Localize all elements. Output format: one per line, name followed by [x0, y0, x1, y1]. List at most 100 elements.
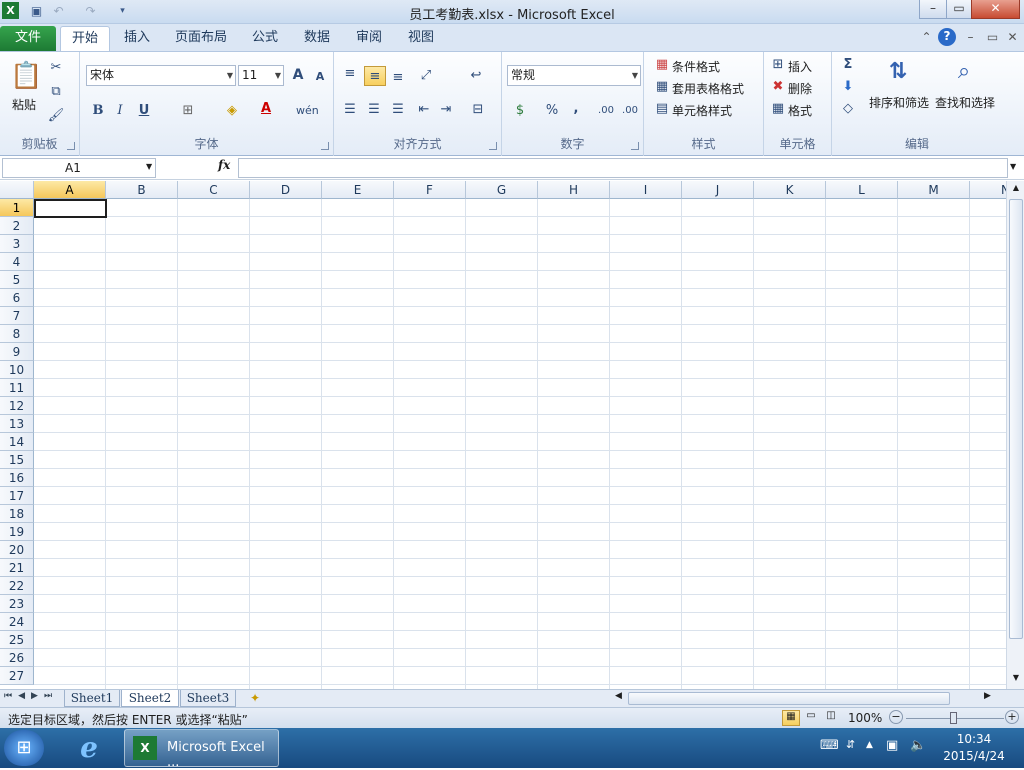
row-header-10[interactable]: 10	[0, 361, 34, 379]
align-middle-icon[interactable]: ≡	[364, 66, 386, 86]
number-launcher-icon[interactable]	[631, 142, 639, 150]
format-as-table-button[interactable]: 套用表格格式	[672, 80, 744, 97]
row-header-11[interactable]: 11	[0, 379, 34, 397]
row-header-3[interactable]: 3	[0, 235, 34, 253]
clipboard-launcher-icon[interactable]	[67, 142, 75, 150]
scroll-up-icon[interactable]: ▲	[1009, 183, 1023, 197]
conditional-format-icon[interactable]: ▦	[652, 55, 672, 75]
help-icon[interactable]: ?	[938, 28, 956, 46]
format-as-table-icon[interactable]: ▦	[652, 77, 672, 97]
row-header-16[interactable]: 16	[0, 469, 34, 487]
vertical-scroll-thumb[interactable]	[1009, 199, 1023, 639]
bold-button[interactable]: B	[88, 101, 108, 121]
row-header-9[interactable]: 9	[0, 343, 34, 361]
format-cells-button[interactable]: 格式	[788, 102, 812, 119]
row-header-21[interactable]: 21	[0, 559, 34, 577]
show-hidden-icons-icon[interactable]: ▲	[866, 740, 873, 750]
minimize-button[interactable]: –	[919, 0, 947, 19]
row-header-17[interactable]: 17	[0, 487, 34, 505]
format-painter-icon[interactable]: 🖌	[46, 106, 66, 126]
decrease-indent-icon[interactable]: ⇤	[414, 100, 434, 120]
row-header-18[interactable]: 18	[0, 505, 34, 523]
worksheet-grid[interactable]: ABCDEFGHIJKLMN 1 2 3 4 5 6 7 8 9 10 11 12 13 14 15 16 17…	[0, 181, 1006, 689]
align-right-icon[interactable]: ☰	[388, 100, 408, 120]
delete-cells-button[interactable]: 删除	[788, 80, 812, 97]
fill-color-icon[interactable]: ◈	[222, 101, 242, 121]
column-header-e[interactable]: E	[322, 181, 394, 199]
network-icon[interactable]: ▣	[886, 738, 898, 753]
row-header-14[interactable]: 14	[0, 433, 34, 451]
font-name-combo[interactable]: 宋体 ▼	[86, 65, 236, 86]
font-size-combo[interactable]: 11 ▼	[238, 65, 284, 86]
column-header-b[interactable]: B	[106, 181, 178, 199]
row-header-7[interactable]: 7	[0, 307, 34, 325]
fill-icon[interactable]: ⬇	[838, 77, 858, 97]
copy-icon[interactable]: ⧉	[46, 82, 66, 102]
column-header-h[interactable]: H	[538, 181, 610, 199]
font-launcher-icon[interactable]	[321, 142, 329, 150]
column-header-j[interactable]: J	[682, 181, 754, 199]
insert-cells-button[interactable]: 插入	[788, 58, 812, 75]
normal-view-icon[interactable]: ▦	[782, 710, 800, 726]
increase-decimal-button[interactable]: .00	[596, 101, 616, 121]
align-center-icon[interactable]: ☰	[364, 100, 384, 120]
increase-indent-icon[interactable]: ⇥	[436, 100, 456, 120]
italic-button[interactable]: I	[110, 101, 130, 121]
collapse-ribbon-icon[interactable]: ⌃	[918, 29, 935, 46]
insert-function-button[interactable]: fx	[218, 158, 230, 172]
insert-sheet-icon[interactable]: ✦	[244, 690, 266, 707]
decrease-decimal-button[interactable]: .00	[620, 101, 640, 121]
row-header-25[interactable]: 25	[0, 631, 34, 649]
horizontal-scroll-thumb[interactable]	[628, 692, 950, 705]
row-header-19[interactable]: 19	[0, 523, 34, 541]
row-header-2[interactable]: 2	[0, 217, 34, 235]
tab-view[interactable]: 视图	[400, 26, 442, 51]
insert-cells-icon[interactable]: ⊞	[768, 55, 788, 75]
align-top-icon[interactable]: ≡	[340, 64, 360, 84]
expand-formula-icon[interactable]: ▼	[1010, 162, 1016, 171]
row-header-1[interactable]: 1	[0, 199, 34, 217]
sheet-tab-sheet3[interactable]: Sheet3	[180, 690, 236, 707]
clear-icon[interactable]: ◇	[838, 99, 858, 119]
workbook-minimize-icon[interactable]: –	[962, 29, 979, 46]
taskbar-excel-button[interactable]: X Microsoft Excel ...	[124, 729, 279, 770]
scroll-down-icon[interactable]: ▼	[1009, 673, 1023, 687]
active-cell[interactable]	[34, 199, 107, 218]
keyboard-icon[interactable]: ⌨	[820, 738, 839, 753]
row-header-24[interactable]: 24	[0, 613, 34, 631]
column-header-c[interactable]: C	[178, 181, 250, 199]
scroll-left-icon[interactable]: ◀	[615, 691, 622, 701]
sort-filter-icon[interactable]: ⇅	[882, 56, 914, 88]
shrink-font-button[interactable]: A	[310, 67, 330, 87]
page-break-view-icon[interactable]: ◫	[822, 710, 840, 726]
accounting-format-icon[interactable]: $	[510, 101, 530, 121]
zoom-in-button[interactable]: +	[1005, 710, 1019, 724]
align-left-icon[interactable]: ☰	[340, 100, 360, 120]
borders-icon[interactable]: ⊞	[178, 101, 198, 121]
clock-time[interactable]: 10:34	[944, 732, 1004, 746]
comma-button[interactable]: ,	[566, 99, 586, 119]
column-header-f[interactable]: F	[394, 181, 466, 199]
phonetic-icon[interactable]: wén	[296, 101, 319, 121]
sheet-tab-sheet1[interactable]: Sheet1	[64, 690, 120, 707]
paste-button[interactable]: 粘贴	[12, 96, 36, 113]
find-select-button[interactable]: 查找和选择	[935, 94, 995, 111]
select-all-corner[interactable]	[0, 181, 34, 199]
grow-font-button[interactable]: A	[288, 65, 308, 85]
tab-insert[interactable]: 插入	[116, 26, 158, 51]
delete-cells-icon[interactable]: ✖	[768, 77, 788, 97]
find-select-icon[interactable]: ⌕	[948, 56, 980, 88]
internet-explorer-icon[interactable]: e	[72, 732, 106, 764]
cut-icon[interactable]: ✂	[46, 58, 66, 78]
language-icon[interactable]: ⇵	[846, 738, 855, 751]
column-header-n[interactable]: N	[970, 181, 1006, 199]
wrap-text-icon[interactable]: ↩	[466, 66, 486, 86]
row-header-4[interactable]: 4	[0, 253, 34, 271]
page-layout-view-icon[interactable]: ▭	[802, 710, 820, 726]
zoom-out-button[interactable]: −	[889, 710, 903, 724]
tab-review[interactable]: 审阅	[348, 26, 390, 51]
sheet-tab-sheet2[interactable]: Sheet2	[121, 690, 179, 707]
alignment-launcher-icon[interactable]	[489, 142, 497, 150]
row-header-13[interactable]: 13	[0, 415, 34, 433]
row-header-5[interactable]: 5	[0, 271, 34, 289]
